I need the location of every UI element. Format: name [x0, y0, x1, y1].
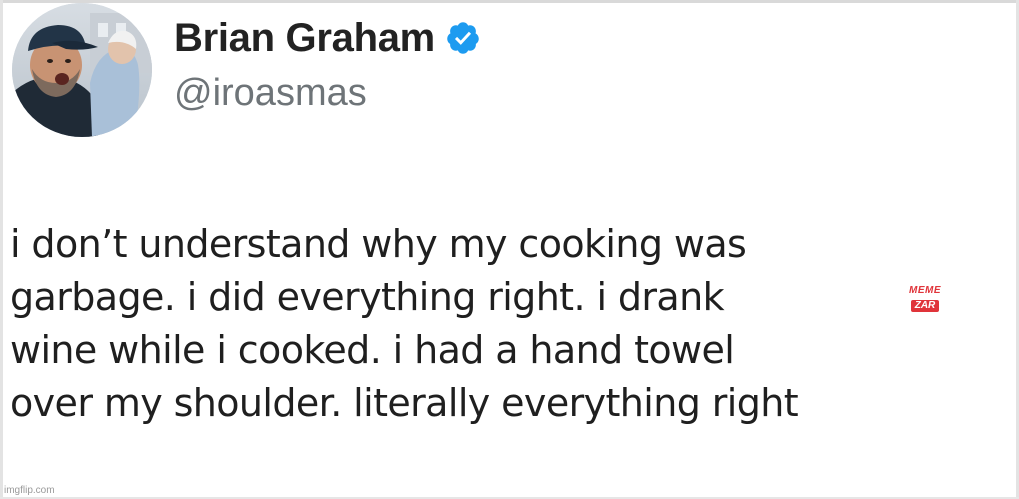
memezar-watermark: MEME ZAR	[903, 286, 947, 314]
tweet-screenshot: Brian Graham @iroasmas i don’t understan…	[0, 0, 1019, 499]
imgflip-watermark: imgflip.com	[4, 485, 55, 496]
frame-border	[0, 0, 1019, 3]
tweet-text: i don’t understand why my cooking was ga…	[10, 218, 1015, 430]
tweet-text-line: over my shoulder. literally everything r…	[10, 381, 799, 425]
avatar[interactable]	[12, 3, 152, 137]
memezar-watermark-top: MEME	[909, 285, 941, 296]
frame-border	[0, 0, 3, 499]
tweet-text-line: garbage. i did everything right. i drank	[10, 275, 725, 319]
verified-badge-icon	[445, 20, 481, 56]
avatar-photo-icon	[12, 3, 152, 137]
author-display-name[interactable]: Brian Graham	[174, 18, 435, 58]
tweet-text-line: i don’t understand why my cooking was	[10, 222, 747, 266]
author-handle[interactable]: @iroasmas	[174, 74, 367, 112]
memezar-watermark-bottom: ZAR	[910, 300, 940, 312]
tweet-text-line: wine while i cooked. i had a hand towel	[10, 328, 735, 372]
author-name-row[interactable]: Brian Graham	[174, 12, 481, 64]
